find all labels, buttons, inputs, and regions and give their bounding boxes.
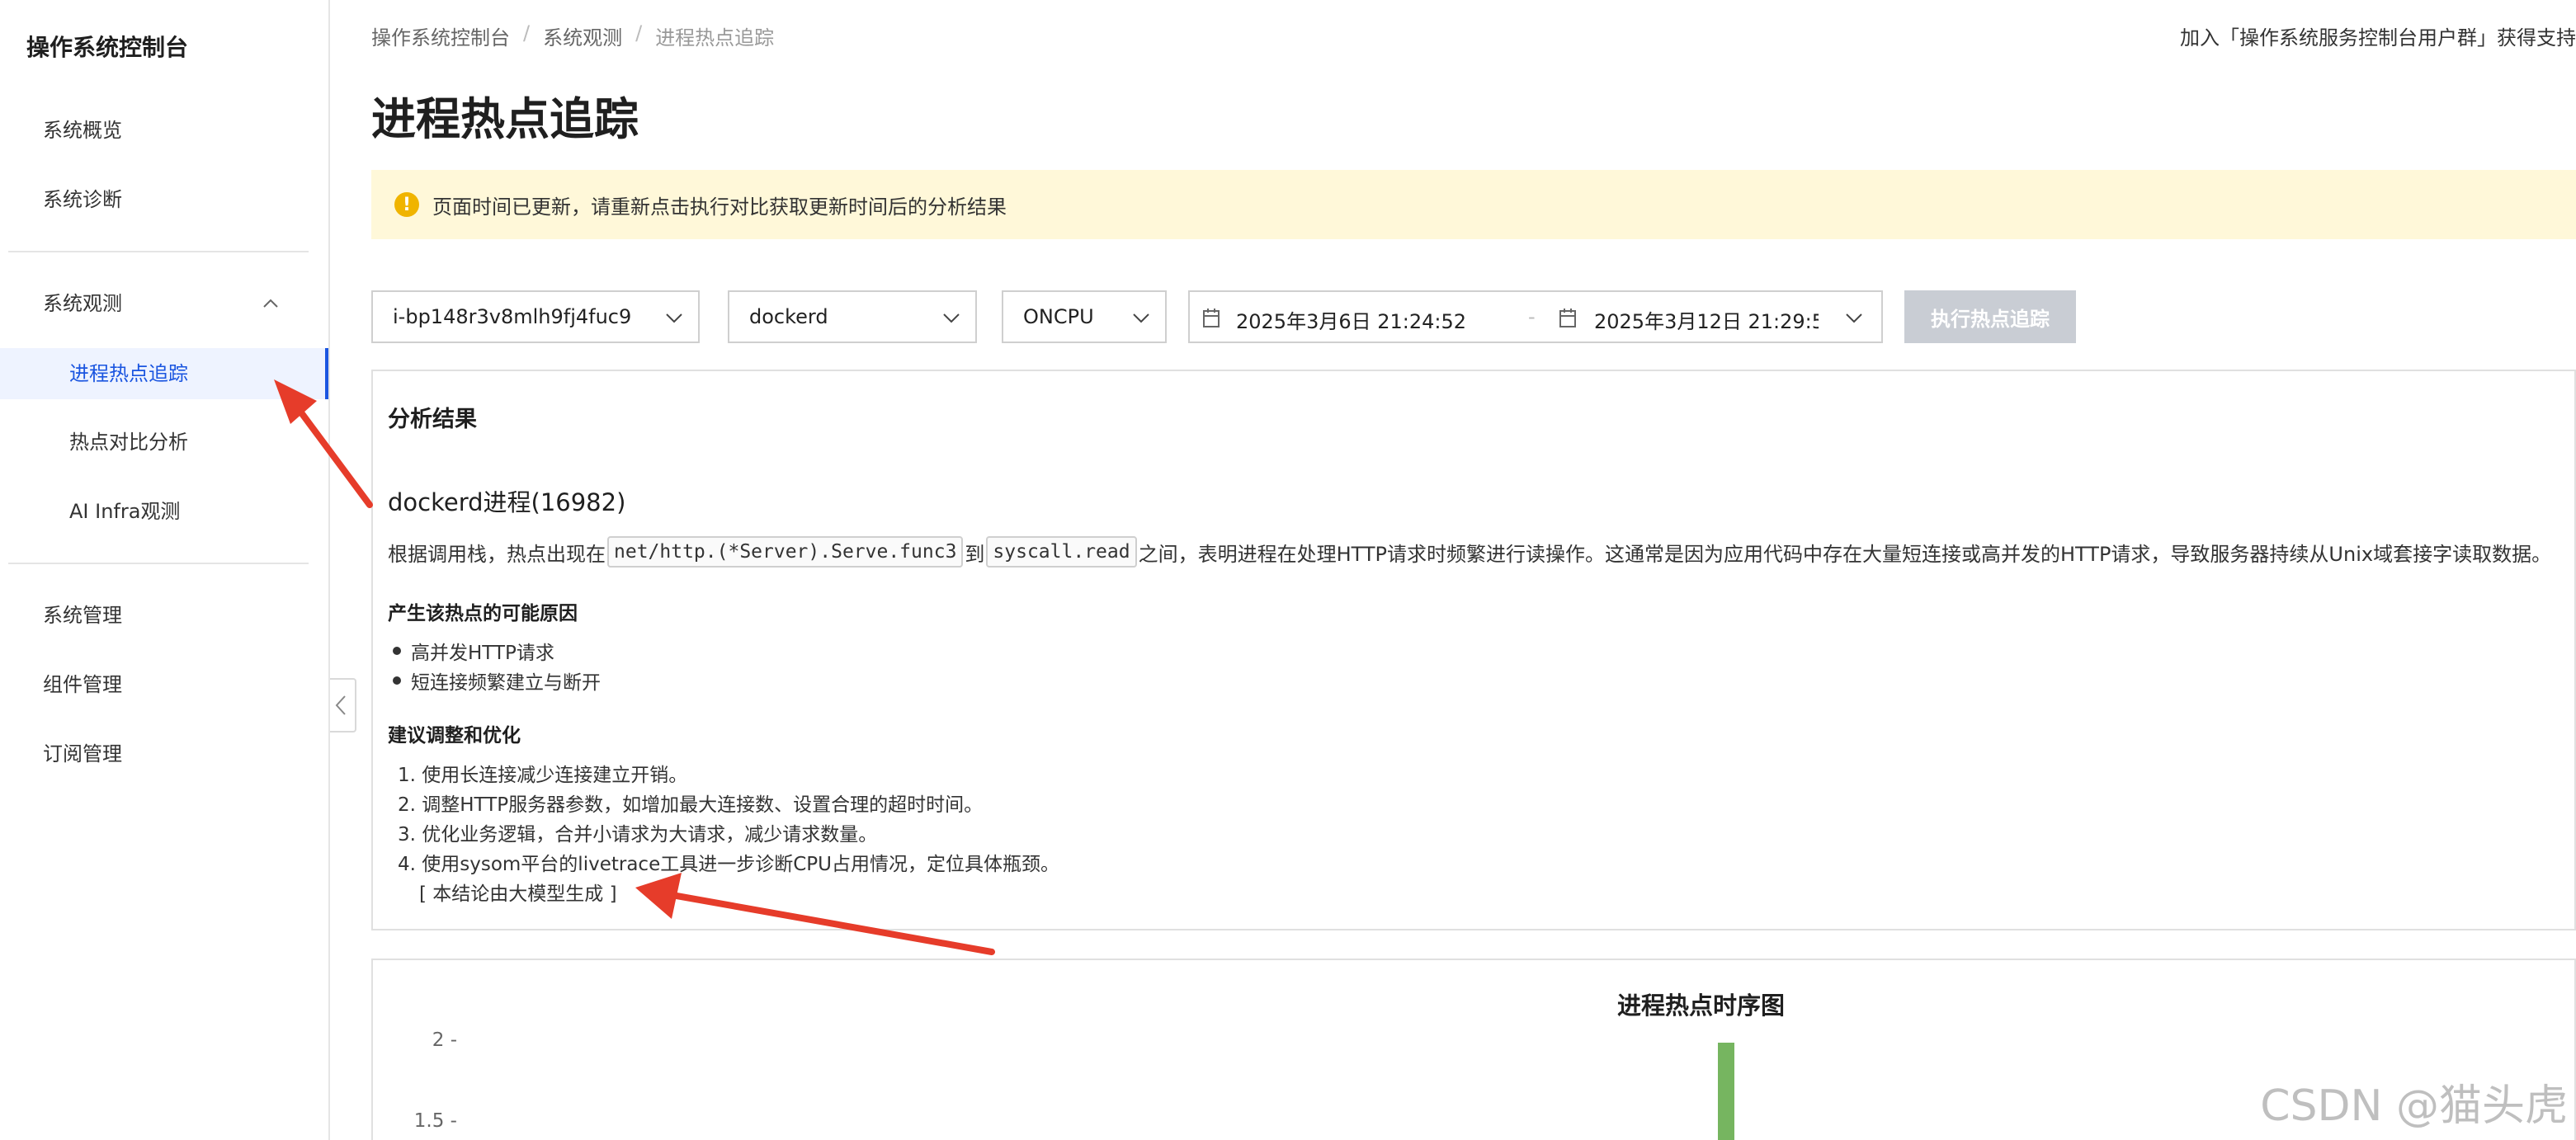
mode-select[interactable]: ONCPU [1002, 290, 1167, 343]
instance-select-value: i-bp148r3v8mlh9fj4fuc9 [393, 305, 632, 328]
sidebar-item-label: 系统观测 [43, 292, 122, 315]
sidebar-item-label: 系统管理 [43, 604, 122, 627]
desc-text: 根据调用栈，热点出现在 [388, 542, 606, 566]
chevron-down-icon [666, 313, 682, 323]
result-description: 根据调用栈，热点出现在 net/http.(*Server).Serve.fun… [388, 536, 2551, 568]
sidebar-item-observation[interactable]: 系统观测 [0, 279, 328, 328]
sidebar-item-system-management[interactable]: 系统管理 [0, 591, 328, 640]
process-select[interactable]: dockerd [728, 290, 977, 343]
breadcrumb-separator: / [635, 21, 643, 45]
advice-item: 3. 优化业务逻辑，合并小请求为大请求，减少请求数量。 [398, 824, 878, 846]
mode-select-value: ONCPU [1023, 305, 1094, 328]
sidebar-item-component-management[interactable]: 组件管理 [0, 660, 328, 709]
sidebar-collapse-button[interactable] [330, 678, 356, 733]
sidebar-item-label: 进程热点追踪 [69, 362, 188, 385]
sidebar-item-label: 组件管理 [43, 673, 122, 696]
notice-text: 页面时间已更新，请重新点击执行对比获取更新时间后的分析结果 [432, 195, 1007, 219]
llm-generated-note: [ 本结论由大模型生成 ] [419, 883, 617, 905]
run-hotspot-trace-button[interactable]: 执行热点追踪 [1904, 290, 2076, 343]
sidebar-title: 操作系统控制台 [26, 34, 189, 61]
hotspot-timeline-chart: 进程热点时序图 2 - 1.5 - [371, 959, 2576, 1140]
cause-item: 短连接频繁建立与断开 [411, 672, 601, 694]
y-tick-label: 2 - [432, 1029, 457, 1051]
bullet-dot [393, 647, 401, 655]
code-inline: syscall.read [986, 536, 1137, 568]
advice-item: 4. 使用sysom平台的livetrace工具进一步诊断CPU占用情况，定位具… [398, 854, 1059, 875]
sidebar-item-hotspot-trace[interactable]: 进程热点追踪 [0, 348, 328, 399]
calendar-icon [1559, 309, 1576, 327]
update-notice: ! 页面时间已更新，请重新点击执行对比获取更新时间后的分析结果 [371, 170, 2576, 239]
breadcrumb-item[interactable]: 操作系统控制台 [371, 21, 510, 50]
sidebar-item-label: 系统概览 [43, 119, 122, 142]
process-select-value: dockerd [749, 305, 828, 328]
sidebar-divider [8, 563, 309, 564]
watermark: CSDN @猫头虎 [2260, 1081, 2568, 1131]
end-time-value[interactable]: 2025年3月12日 21:29:52 [1594, 305, 1819, 334]
bullet-dot [393, 676, 401, 685]
sidebar-item-ai-infra[interactable]: AI Infra观测 [0, 487, 328, 536]
chart-title: 进程热点时序图 [1617, 992, 1786, 1020]
sidebar-divider [8, 251, 309, 252]
date-separator: - [1528, 305, 1536, 328]
code-inline: net/http.(*Server).Serve.func3 [607, 536, 964, 568]
sidebar-item-hotspot-compare[interactable]: 热点对比分析 [0, 417, 328, 467]
chart-bar[interactable] [1718, 1043, 1734, 1140]
sidebar-item-subscription[interactable]: 订阅管理 [0, 729, 328, 779]
advice-item: 2. 调整HTTP服务器参数，如增加最大连接数、设置合理的超时时间。 [398, 794, 984, 816]
calendar-icon [1203, 309, 1220, 327]
warning-icon: ! [394, 192, 419, 217]
chevron-down-icon [1846, 313, 1862, 323]
sidebar-item-label: 订阅管理 [43, 742, 122, 765]
advice-item: 1. 使用长连接减少连接建立开销。 [398, 765, 688, 786]
sidebar-item-label: 系统诊断 [43, 188, 122, 211]
join-group-link[interactable]: 加入「操作系统服务控制台用户群」获得支持 [2180, 21, 2576, 50]
advice-heading: 建议调整和优化 [388, 725, 521, 747]
page-title: 进程热点追踪 [371, 93, 639, 145]
sidebar-item-label: AI Infra观测 [69, 500, 181, 523]
process-heading: dockerd进程(16982) [388, 488, 626, 516]
analysis-result-panel: 分析结果 dockerd进程(16982) 根据调用栈，热点出现在 net/ht… [371, 370, 2576, 930]
sidebar-item-diagnosis[interactable]: 系统诊断 [0, 175, 328, 224]
sidebar-item-overview[interactable]: 系统概览 [0, 106, 328, 155]
breadcrumb-current: 进程热点追踪 [655, 26, 775, 49]
chevron-up-icon [263, 299, 278, 308]
chevron-down-icon [1133, 313, 1149, 323]
desc-text: 之间，表明进程在处理HTTP请求时频繁进行读操作。这通常是因为应用代码中存在大量… [1138, 542, 2552, 566]
result-title: 分析结果 [388, 407, 477, 432]
start-time-value[interactable]: 2025年3月6日 21:24:52 [1236, 305, 1517, 334]
causes-heading: 产生该热点的可能原因 [388, 603, 578, 624]
chevron-down-icon [943, 313, 960, 323]
sidebar-item-label: 热点对比分析 [69, 431, 188, 454]
desc-text: 到 [965, 542, 985, 566]
breadcrumb-separator: / [523, 21, 531, 45]
breadcrumb: 操作系统控制台 / 系统观测 / 进程热点追踪 [371, 21, 774, 50]
breadcrumb-item[interactable]: 系统观测 [543, 21, 622, 50]
cause-item: 高并发HTTP请求 [411, 643, 554, 664]
date-range-picker[interactable]: 2025年3月6日 21:24:52 - 2025年3月12日 21:29:52 [1188, 290, 1883, 343]
instance-select[interactable]: i-bp148r3v8mlh9fj4fuc9 [371, 290, 700, 343]
y-tick-label: 1.5 - [413, 1110, 457, 1132]
sidebar: 操作系统控制台 系统概览 系统诊断 系统观测 进程热点追踪 热点对比分析 AI … [0, 0, 330, 1140]
chevron-left-icon [335, 695, 346, 715]
